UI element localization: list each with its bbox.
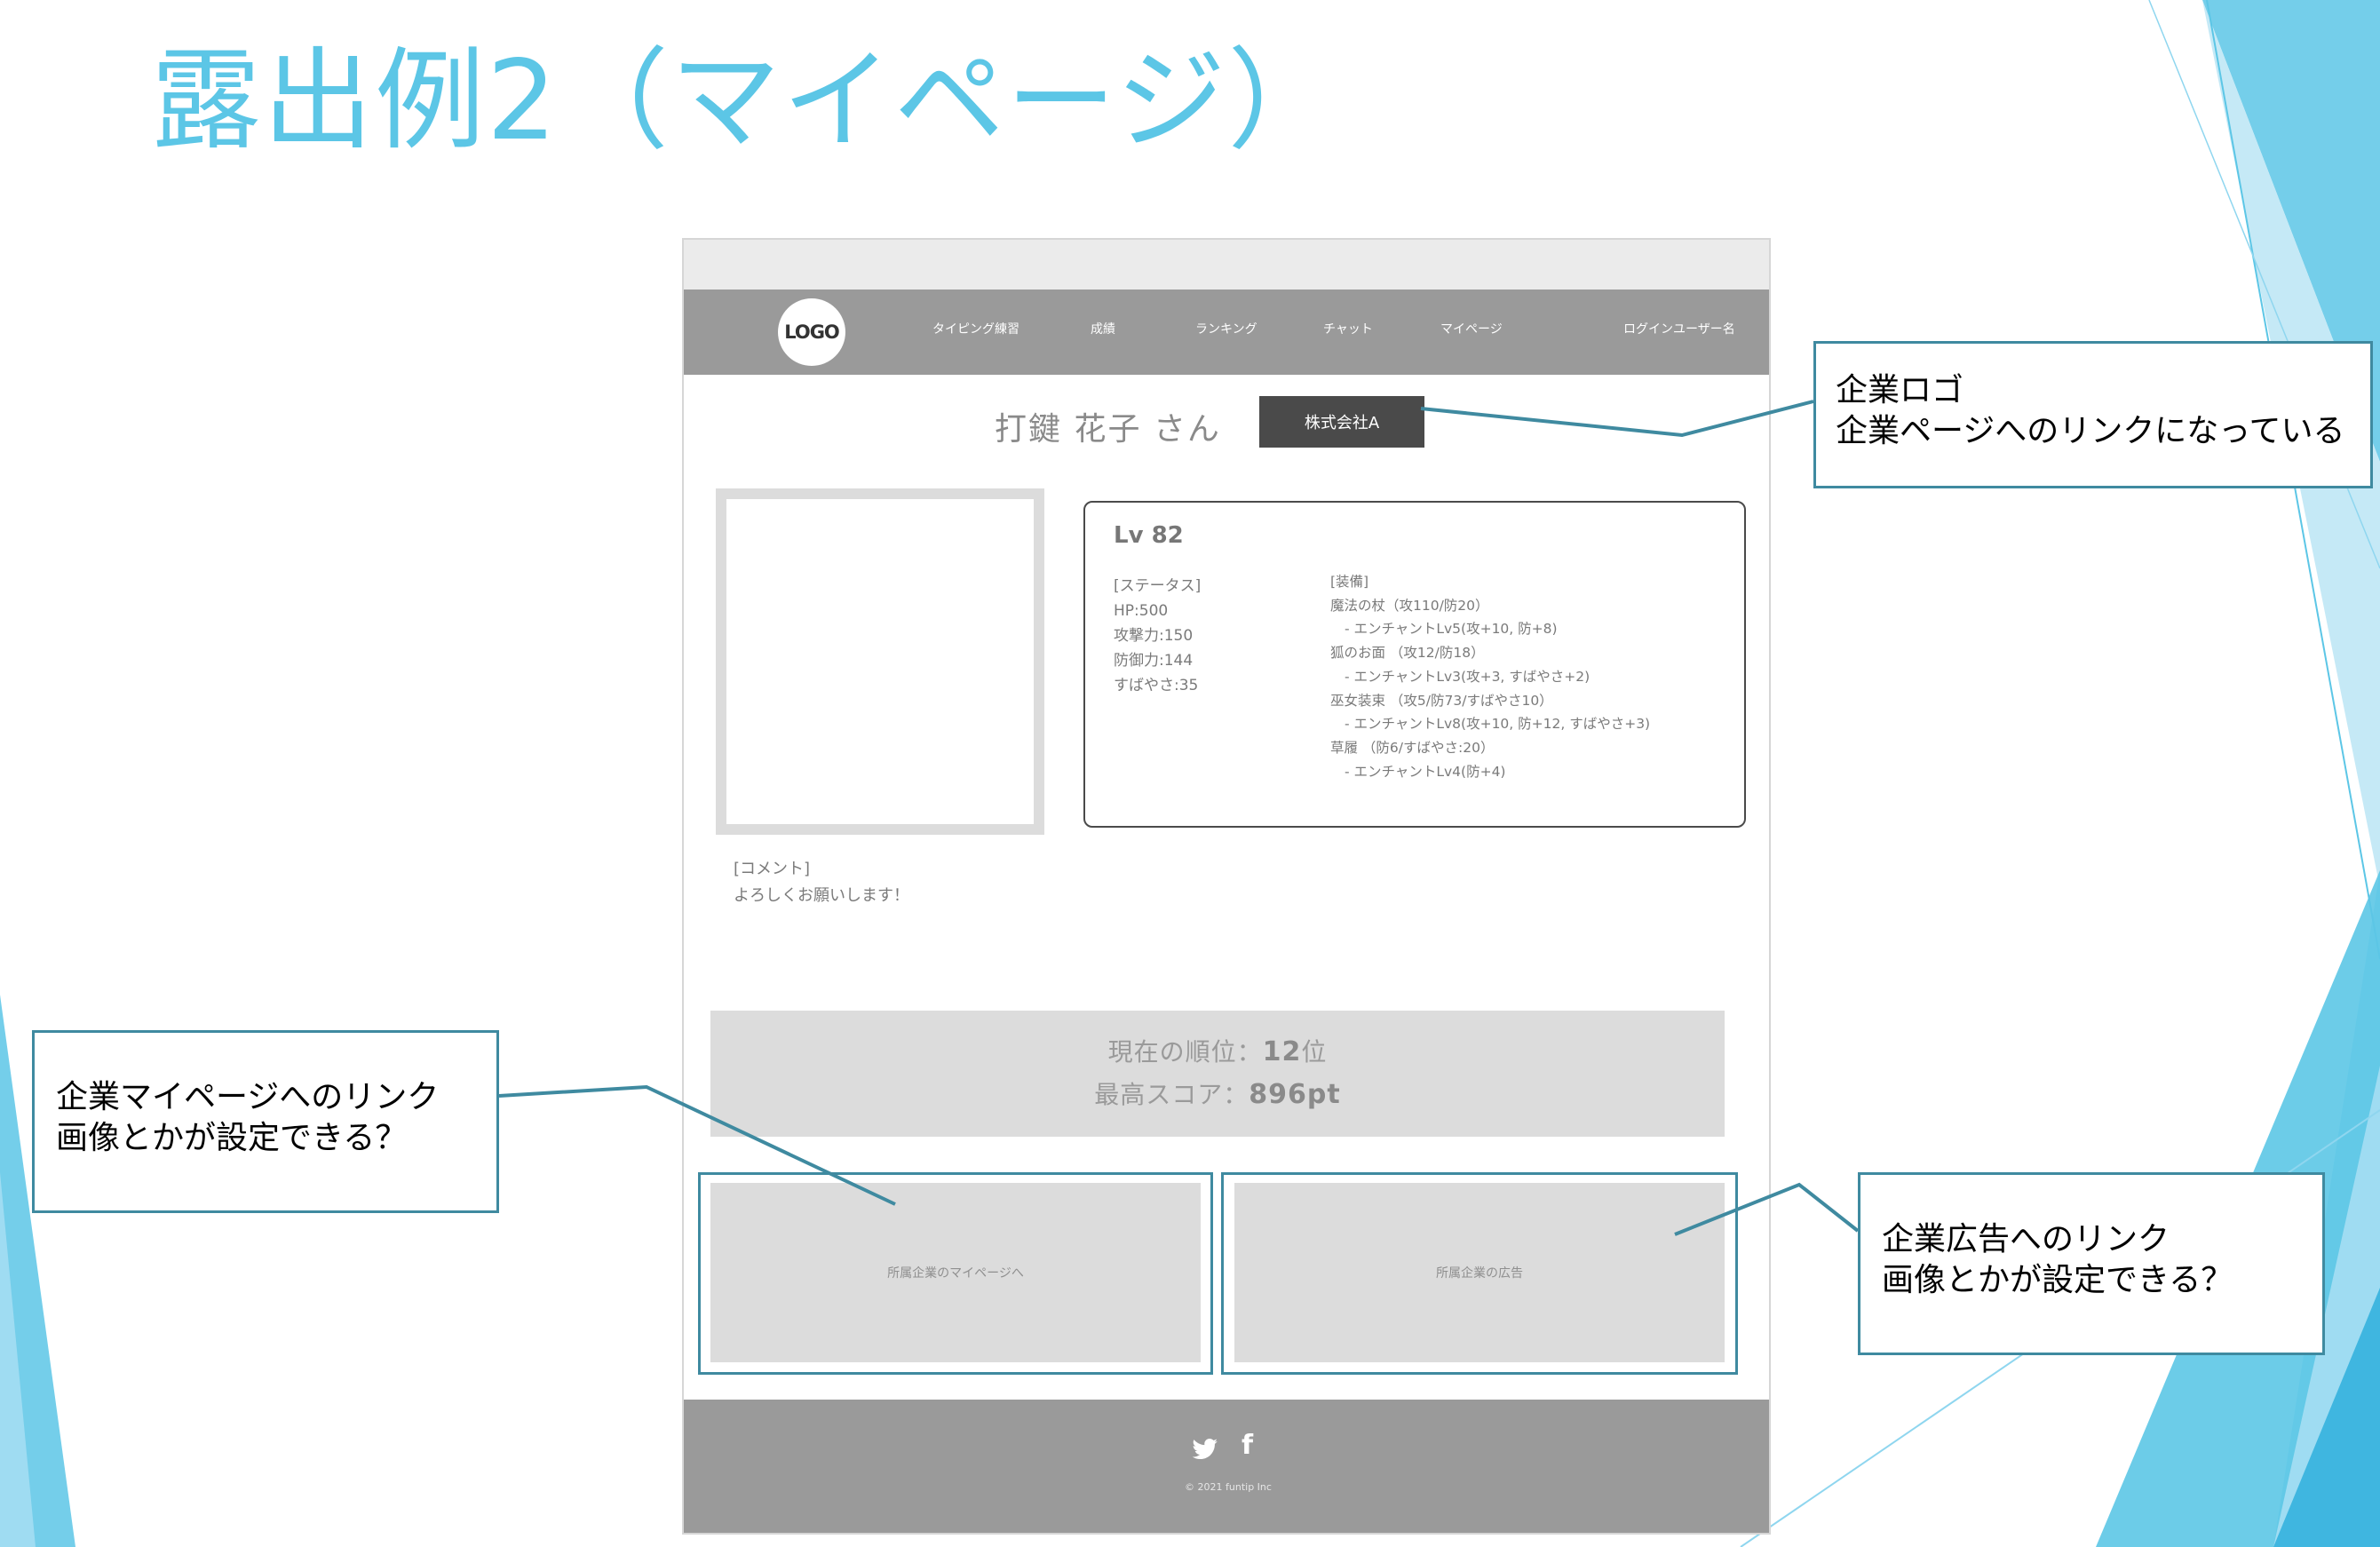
best-score: 最高スコア：896pt bbox=[1094, 1074, 1340, 1116]
callout-text: 企業ロゴ 企業ページへのリンクになっている bbox=[1836, 370, 2344, 452]
callout-line: 画像とかが設定できる？ bbox=[56, 1120, 408, 1156]
rank-unit: 位 bbox=[1301, 1037, 1328, 1067]
nav-results[interactable]: 成績 bbox=[1091, 320, 1115, 337]
callout-line: 企業広告へのリンク bbox=[1882, 1221, 2170, 1257]
login-user-name[interactable]: ログインユーザー名 bbox=[1623, 320, 1735, 337]
nav-typing-practice[interactable]: タイピング練習 bbox=[932, 320, 1019, 337]
equipment-item: 狐のお面 （攻12/防18） bbox=[1330, 645, 1485, 662]
equipment-item: 草履 （防6/すばやさ:20） bbox=[1330, 739, 1495, 756]
callout-text: 企業マイページへのリンク 画像とかが設定できる？ bbox=[56, 1077, 439, 1159]
nav-mypage[interactable]: マイページ bbox=[1440, 320, 1503, 337]
callout-line: 画像とかが設定できる？ bbox=[1882, 1262, 2233, 1298]
facebook-icon[interactable]: f bbox=[1242, 1430, 1253, 1461]
user-display-name: 打鍵 花子 さん bbox=[995, 411, 1221, 448]
rank-label: 現在の順位： bbox=[1107, 1037, 1263, 1067]
avatar-image-frame bbox=[716, 488, 1044, 835]
callout-line: 企業マイページへのリンク bbox=[56, 1079, 440, 1115]
equipment-enchant: - エンチャントLv4(防+4) bbox=[1345, 763, 1506, 780]
comment-block: [コメント] よろしくお願いします！ bbox=[734, 856, 909, 909]
ad-banner-highlight bbox=[1221, 1172, 1738, 1375]
rank-value: 12 bbox=[1262, 1036, 1302, 1067]
mypage-banner-highlight bbox=[698, 1172, 1213, 1375]
site-navigation: LOGO タイピング練習 成績 ランキング チャット マイページ ログインユーザ… bbox=[684, 290, 1769, 375]
site-logo[interactable]: LOGO bbox=[778, 298, 845, 366]
callout-company-logo: 企業ロゴ 企業ページへのリンクになっている bbox=[1813, 341, 2373, 488]
status-heading: [ステータス] bbox=[1114, 577, 1202, 595]
callout-line: 企業ロゴ bbox=[1836, 372, 1964, 409]
status-line: 攻撃力:150 bbox=[1114, 627, 1194, 645]
equipment-item: 魔法の杖（攻110/防20） bbox=[1330, 597, 1489, 614]
equipment-enchant: - エンチャントLv5(攻+10, 防+8) bbox=[1345, 621, 1558, 638]
site-footer: f © 2021 funtip Inc bbox=[684, 1400, 1769, 1533]
browser-top-bar bbox=[684, 240, 1769, 290]
status-line: HP:500 bbox=[1114, 602, 1169, 620]
callout-text: 企業広告へのリンク 画像とかが設定できる？ bbox=[1882, 1219, 2233, 1301]
twitter-icon[interactable] bbox=[1192, 1439, 1218, 1460]
status-block: [ステータス] HP:500 攻撃力:150 防御力:144 すばやさ:35 bbox=[1114, 574, 1201, 698]
callout-company-ad: 企業広告へのリンク 画像とかが設定できる？ bbox=[1858, 1172, 2325, 1355]
nav-chat[interactable]: チャット bbox=[1323, 320, 1373, 337]
status-line: 防御力:144 bbox=[1114, 652, 1194, 670]
equipment-item: 巫女装束 （攻5/防73/すばやさ10） bbox=[1330, 692, 1553, 709]
ranking-box: 現在の順位：12位 最高スコア：896pt bbox=[710, 1011, 1725, 1137]
player-level: Lv 82 bbox=[1114, 522, 1184, 549]
score-label: 最高スコア： bbox=[1094, 1080, 1250, 1109]
callout-company-mypage: 企業マイページへのリンク 画像とかが設定できる？ bbox=[32, 1030, 499, 1213]
status-card: Lv 82 [ステータス] HP:500 攻撃力:150 防御力:144 すばや… bbox=[1083, 501, 1746, 828]
callout-line: 企業ページへのリンクになっている bbox=[1836, 413, 2345, 449]
nav-ranking[interactable]: ランキング bbox=[1195, 320, 1257, 337]
footer-copyright: © 2021 funtip Inc bbox=[1185, 1481, 1272, 1493]
equipment-enchant: - エンチャントLv3(攻+3, すばやさ+2) bbox=[1345, 668, 1591, 685]
equipment-block: [装備] 魔法の杖（攻110/防20） - エンチャントLv5(攻+10, 防+… bbox=[1330, 570, 1650, 783]
equipment-enchant: - エンチャントLv8(攻+10, 防+12, すばやさ+3) bbox=[1345, 716, 1651, 733]
comment-heading: [コメント] bbox=[734, 860, 811, 878]
slide-title: 露出例2（マイページ） bbox=[151, 37, 1340, 165]
company-link-button[interactable]: 株式会社A bbox=[1259, 396, 1424, 448]
score-value: 896pt bbox=[1249, 1079, 1341, 1110]
equipment-heading: [装備] bbox=[1330, 574, 1369, 590]
status-line: すばやさ:35 bbox=[1114, 677, 1199, 694]
current-rank: 現在の順位：12位 bbox=[1108, 1031, 1328, 1074]
comment-text: よろしくお願いします！ bbox=[734, 886, 909, 905]
